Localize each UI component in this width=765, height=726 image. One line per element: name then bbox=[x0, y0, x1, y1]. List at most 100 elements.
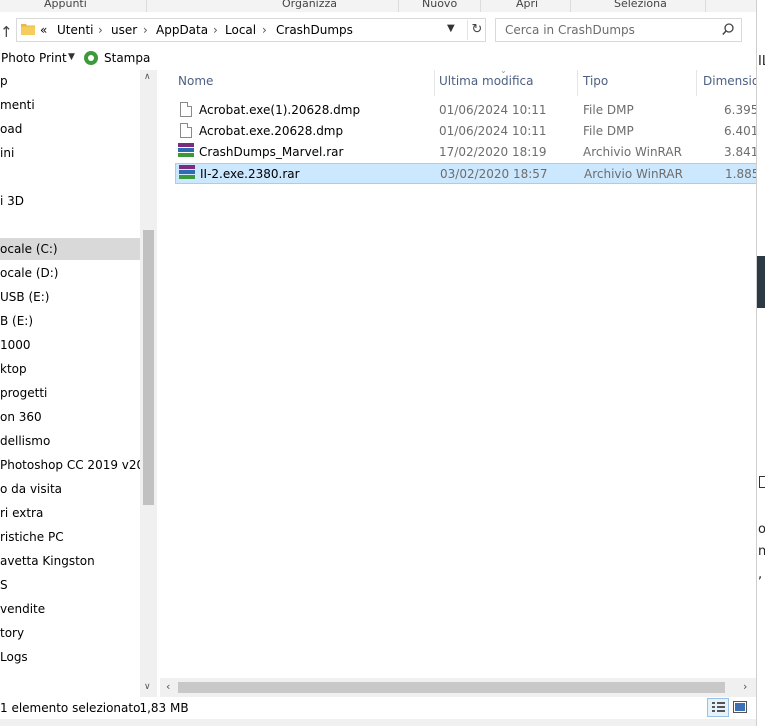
chevron-right-icon[interactable]: › bbox=[143, 23, 148, 37]
print-icon[interactable] bbox=[84, 51, 98, 65]
address-bar[interactable]: « Utenti › user › AppData › Local › Cras… bbox=[16, 18, 486, 42]
chevron-down-icon[interactable]: ∨ bbox=[144, 682, 151, 692]
dmp-file-icon bbox=[180, 123, 192, 138]
file-list[interactable]: Nome ⌄ Ultima modifica Tipo Dimensione A… bbox=[160, 70, 756, 678]
nav-scrollbar-thumb[interactable] bbox=[143, 230, 154, 505]
column-divider[interactable] bbox=[696, 70, 697, 96]
nav-item[interactable]: ocale (C:) bbox=[0, 238, 140, 260]
photo-print-button[interactable]: Photo Print bbox=[1, 51, 67, 65]
chevron-right-icon[interactable]: › bbox=[213, 23, 218, 37]
nav-item[interactable]: Photoshop CC 2019 v20.0.5 bbox=[0, 454, 140, 476]
file-size: 1.885 bbox=[725, 167, 756, 181]
ribbon-separator bbox=[705, 0, 706, 12]
search-placeholder: Cerca in CrashDumps bbox=[505, 23, 635, 37]
ribbon-group-organizza: Organizza bbox=[282, 0, 338, 10]
nav-item[interactable] bbox=[0, 670, 140, 692]
status-size-value: 1,83 MB bbox=[139, 701, 189, 715]
ribbon-separator bbox=[480, 0, 481, 12]
search-input[interactable]: Cerca in CrashDumps bbox=[495, 18, 742, 42]
breadcrumb-local[interactable]: Local bbox=[225, 23, 256, 37]
chevron-right-icon[interactable]: › bbox=[262, 23, 267, 37]
breadcrumb-overflow[interactable]: « bbox=[40, 23, 47, 37]
column-header-dimensione[interactable]: Dimensione bbox=[703, 74, 756, 88]
nav-item[interactable]: Logs bbox=[0, 646, 140, 668]
file-modified: 01/06/2024 10:11 bbox=[439, 124, 547, 138]
background-dark-panel bbox=[757, 256, 765, 308]
file-type: File DMP bbox=[583, 124, 634, 138]
details-view-button[interactable] bbox=[707, 698, 729, 717]
nav-item[interactable]: menti bbox=[0, 94, 140, 116]
background-text: nis bbox=[758, 544, 765, 559]
nav-item[interactable] bbox=[0, 214, 140, 236]
file-modified: 17/02/2020 18:19 bbox=[439, 145, 547, 159]
table-row[interactable]: Acrobat.exe(1).20628.dmp 01/06/2024 10:11… bbox=[175, 100, 756, 121]
nav-item[interactable] bbox=[0, 166, 140, 188]
column-header-ultima-modifica[interactable]: Ultima modifica bbox=[439, 74, 534, 88]
nav-item[interactable]: ini bbox=[0, 142, 140, 164]
column-headers: Nome ⌄ Ultima modifica Tipo Dimensione bbox=[160, 70, 756, 96]
breadcrumb-appdata[interactable]: AppData bbox=[156, 23, 208, 37]
breadcrumb-crashdumps[interactable]: CrashDumps bbox=[276, 23, 353, 37]
file-type: File DMP bbox=[583, 103, 634, 117]
nav-item[interactable]: on 360 bbox=[0, 406, 140, 428]
rar-archive-icon bbox=[179, 165, 195, 182]
background-text: o bbox=[758, 522, 765, 537]
stampa-button[interactable]: Stampa bbox=[104, 51, 150, 65]
search-icon[interactable] bbox=[722, 23, 734, 36]
status-selection-count: 1 elemento selezionato bbox=[0, 701, 141, 715]
nav-item[interactable]: S bbox=[0, 574, 140, 596]
nav-item[interactable]: ristiche PC bbox=[0, 526, 140, 548]
horizontal-scrollbar-thumb[interactable] bbox=[178, 682, 725, 693]
file-name: Acrobat.exe.20628.dmp bbox=[199, 124, 344, 138]
nav-item[interactable]: avetta Kingston bbox=[0, 550, 140, 572]
chevron-down-icon[interactable]: ▼ bbox=[447, 23, 455, 34]
breadcrumb-user[interactable]: user bbox=[111, 23, 137, 37]
nav-item[interactable]: ocale (D:) bbox=[0, 262, 140, 284]
large-icons-view-icon[interactable] bbox=[732, 699, 748, 715]
breadcrumb-utenti[interactable]: Utenti bbox=[57, 23, 94, 37]
status-bar: 1 elemento selezionato 1,83 MB bbox=[0, 697, 756, 719]
column-header-nome[interactable]: Nome bbox=[178, 74, 213, 88]
nav-item[interactable]: vendite bbox=[0, 598, 140, 620]
nav-item[interactable]: i 3D bbox=[0, 190, 140, 212]
dmp-file-icon bbox=[180, 102, 192, 117]
nav-item[interactable]: USB (E:) bbox=[0, 286, 140, 308]
file-name: Acrobat.exe(1).20628.dmp bbox=[199, 103, 361, 117]
horizontal-scrollbar[interactable]: ‹ › bbox=[160, 678, 756, 697]
column-divider[interactable] bbox=[577, 70, 578, 96]
chevron-down-icon[interactable]: ▼ bbox=[68, 52, 75, 62]
background-window[interactable]: IL o nis , b bbox=[756, 0, 765, 726]
nav-item[interactable]: oad bbox=[0, 118, 140, 140]
nav-item[interactable]: tory bbox=[0, 622, 140, 644]
column-divider[interactable] bbox=[434, 70, 435, 96]
background-checkbox[interactable] bbox=[759, 476, 765, 488]
nav-item[interactable]: B (E:) bbox=[0, 310, 140, 332]
chevron-up-icon[interactable]: ∧ bbox=[144, 72, 151, 82]
rar-archive-icon bbox=[178, 143, 194, 160]
navigation-pane[interactable]: p menti oad ini i 3D ocale (C:) ocale (D:) USB … bbox=[0, 70, 158, 697]
chevron-right-icon[interactable]: › bbox=[98, 23, 103, 37]
file-type: Archivio WinRAR bbox=[584, 167, 683, 181]
ribbon-group-apri: Apri bbox=[516, 0, 539, 10]
chevron-right-icon[interactable]: › bbox=[743, 680, 747, 693]
nav-item[interactable]: progetti bbox=[0, 382, 140, 404]
nav-item[interactable]: ri extra bbox=[0, 502, 140, 524]
nav-item[interactable]: ktop bbox=[0, 358, 140, 380]
status-selection-size: 1,83 MB bbox=[128, 701, 189, 715]
table-row[interactable]: II-2.exe.2380.rar 03/02/2020 18:57 Archivi… bbox=[175, 163, 756, 184]
file-modified: 03/02/2020 18:57 bbox=[440, 167, 548, 181]
chevron-left-icon[interactable]: ‹ bbox=[166, 680, 170, 693]
file-name: CrashDumps_Marvel.rar bbox=[199, 145, 344, 159]
up-arrow-icon[interactable]: ↑ bbox=[0, 22, 13, 42]
nav-item[interactable]: 1000 bbox=[0, 334, 140, 356]
file-size: 3.841 bbox=[724, 145, 756, 159]
nav-item[interactable]: o da visita bbox=[0, 478, 140, 500]
ribbon-separator bbox=[146, 0, 147, 12]
column-header-tipo[interactable]: Tipo bbox=[583, 74, 608, 88]
table-row[interactable]: Acrobat.exe.20628.dmp 01/06/2024 10:11 Fil… bbox=[175, 121, 756, 142]
refresh-icon[interactable]: ↻ bbox=[467, 20, 486, 40]
nav-item[interactable]: dellismo bbox=[0, 430, 140, 452]
nav-item[interactable]: p bbox=[0, 70, 140, 92]
file-size: 6.395 bbox=[724, 103, 756, 117]
table-row[interactable]: CrashDumps_Marvel.rar 17/02/2020 18:19 Arc… bbox=[175, 142, 756, 163]
